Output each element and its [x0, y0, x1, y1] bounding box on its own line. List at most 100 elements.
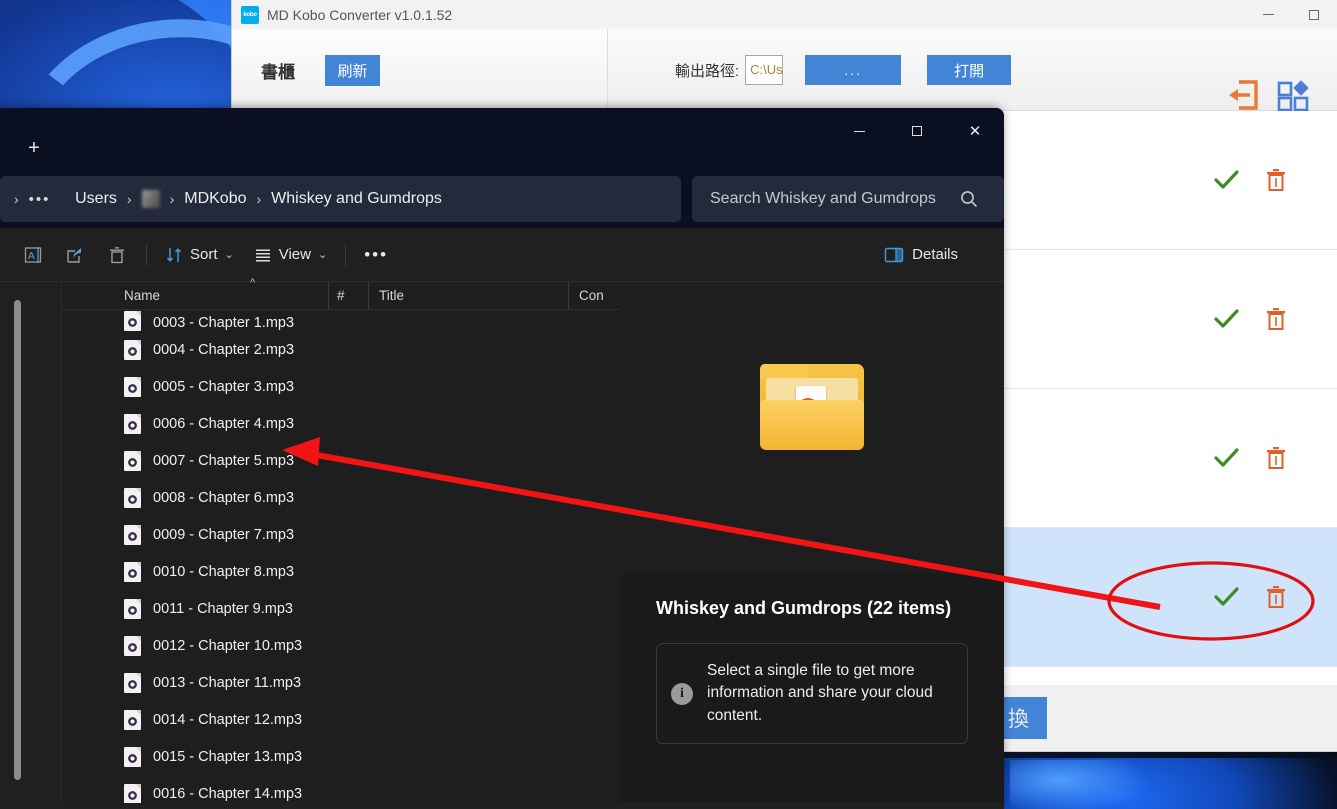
list-item[interactable]: 0015 - Chapter 13.mp3 — [62, 738, 620, 775]
search-placeholder: Search Whiskey and Gumdrops — [710, 190, 936, 207]
kobo-shelf-panel: 書櫃 刷新 — [232, 29, 608, 111]
breadcrumb-separator: › — [169, 191, 175, 207]
convert-check-icon[interactable] — [1211, 443, 1241, 473]
list-item[interactable]: 0007 - Chapter 5.mp3 — [62, 442, 620, 479]
file-rows: 0003 - Chapter 1.mp3 0004 - Chapter 2.mp… — [62, 310, 620, 803]
convert-check-icon[interactable] — [1211, 304, 1241, 334]
trash-icon[interactable] — [1265, 445, 1287, 471]
details-info-text: Select a single file to get more informa… — [707, 662, 933, 724]
sort-button[interactable]: Sort ⌄ — [155, 237, 244, 273]
file-name: 0010 - Chapter 8.mp3 — [153, 563, 295, 580]
convert-check-icon[interactable] — [1211, 582, 1241, 612]
list-item[interactable]: 0016 - Chapter 14.mp3 — [62, 775, 620, 803]
delete-button[interactable] — [96, 237, 138, 273]
file-name: 0015 - Chapter 13.mp3 — [153, 748, 303, 765]
mp3-file-icon — [124, 672, 141, 693]
kobo-row-actions — [1211, 443, 1287, 473]
list-item[interactable]: 0012 - Chapter 10.mp3 — [62, 627, 620, 664]
breadcrumb-separator: › — [126, 191, 132, 207]
breadcrumb-item-user-redacted[interactable] — [141, 190, 160, 208]
breadcrumb[interactable]: › ••• › Users › › MDKobo › Whiskey and G… — [0, 176, 681, 222]
view-label: View — [278, 246, 311, 263]
column-header-name[interactable]: ^ Name — [62, 277, 328, 310]
list-item[interactable]: 0008 - Chapter 6.mp3 — [62, 479, 620, 516]
list-item[interactable]: 0003 - Chapter 1.mp3 — [62, 310, 620, 331]
mp3-file-icon — [124, 311, 141, 331]
maximize-button[interactable] — [888, 108, 946, 154]
view-button[interactable]: View ⌄ — [244, 237, 337, 273]
column-header-contributing[interactable]: Con — [568, 281, 620, 310]
mp3-file-icon — [124, 746, 141, 767]
breadcrumb-overflow[interactable]: ••• — [29, 191, 51, 208]
mp3-file-icon — [124, 450, 141, 471]
kobo-output-path-input[interactable]: C:\Us — [745, 55, 784, 85]
file-name: 0008 - Chapter 6.mp3 — [153, 489, 295, 506]
kobo-open-button[interactable]: 打開 — [927, 55, 1012, 85]
file-explorer-window: + ✕ › ••• › Users › › MDKobo › Whiskey a… — [0, 108, 1004, 809]
navigation-scrollbar[interactable] — [14, 300, 21, 780]
trash-icon[interactable] — [1265, 167, 1287, 193]
column-header-number-label: # — [337, 288, 345, 303]
search-icon[interactable] — [960, 190, 978, 213]
toolbar-divider — [146, 243, 147, 266]
explorer-window-controls: ✕ — [830, 108, 1004, 154]
details-content: Whiskey and Gumdrops (22 items) i Select… — [620, 574, 1004, 803]
column-header-number[interactable]: # — [328, 281, 368, 310]
details-pane: Whiskey and Gumdrops (22 items) i Select… — [620, 282, 1004, 803]
kobo-maximize-button[interactable] — [1291, 0, 1337, 29]
explorer-toolbar: A Sort ⌄ View ⌄ ••• Details — [0, 228, 1004, 282]
details-pane-toggle[interactable]: Details — [884, 245, 958, 265]
file-name: 0016 - Chapter 14.mp3 — [153, 785, 303, 802]
breadcrumb-item-users[interactable]: Users — [75, 190, 117, 208]
file-name: 0014 - Chapter 12.mp3 — [153, 711, 303, 728]
column-header-name-label: Name — [124, 288, 161, 303]
share-button[interactable] — [54, 237, 96, 273]
file-name: 0009 - Chapter 7.mp3 — [153, 526, 295, 543]
kobo-browse-button[interactable]: ... — [805, 55, 902, 85]
wallpaper-arc — [1010, 760, 1210, 809]
file-name: 0011 - Chapter 9.mp3 — [153, 600, 293, 617]
details-title: Whiskey and Gumdrops (22 items) — [656, 598, 952, 618]
folder-media-icon — [760, 364, 864, 450]
kobo-logo-icon: kobo — [241, 5, 259, 24]
list-item[interactable]: 0013 - Chapter 11.mp3 — [62, 664, 620, 701]
list-item[interactable]: 0010 - Chapter 8.mp3 — [62, 553, 620, 590]
chevron-down-icon: ⌄ — [317, 249, 328, 261]
file-name: 0005 - Chapter 3.mp3 — [153, 378, 295, 395]
navigation-pane — [0, 282, 62, 803]
breadcrumb-item-mdkobo[interactable]: MDKobo — [184, 190, 246, 208]
kobo-toolbar: 書櫃 刷新 輸出路徑: C:\Us ... 打開 — [232, 29, 1337, 112]
mp3-file-icon — [124, 598, 141, 619]
trash-icon[interactable] — [1265, 306, 1287, 332]
list-item[interactable]: 0014 - Chapter 12.mp3 — [62, 701, 620, 738]
kobo-minimize-button[interactable] — [1245, 0, 1291, 29]
kobo-output-path-label: 輸出路徑: — [675, 62, 740, 80]
more-options-button[interactable]: ••• — [354, 237, 398, 273]
details-label: Details — [912, 246, 958, 263]
mp3-file-icon — [124, 783, 141, 803]
svg-text:A: A — [28, 251, 35, 262]
minimize-button[interactable] — [830, 108, 888, 154]
list-item[interactable]: 0005 - Chapter 3.mp3 — [62, 368, 620, 405]
kobo-row-actions — [1211, 304, 1287, 334]
breadcrumb-item-current[interactable]: Whiskey and Gumdrops — [271, 190, 442, 208]
list-item[interactable]: 0006 - Chapter 4.mp3 — [62, 405, 620, 442]
kobo-shelf-label: 書櫃 — [261, 62, 295, 82]
list-item[interactable]: 0011 - Chapter 9.mp3 — [62, 590, 620, 627]
search-box[interactable]: Search Whiskey and Gumdrops — [692, 176, 1004, 222]
list-item[interactable]: 0009 - Chapter 7.mp3 — [62, 516, 620, 553]
mp3-file-icon — [124, 524, 141, 545]
convert-check-icon[interactable] — [1211, 165, 1241, 195]
column-header-title-label: Title — [379, 288, 405, 303]
toolbar-divider — [345, 243, 347, 266]
new-tab-button[interactable]: + — [22, 136, 46, 160]
kobo-row-actions — [1211, 582, 1287, 612]
close-button[interactable]: ✕ — [946, 108, 1004, 154]
details-divider — [620, 532, 1004, 574]
trash-icon[interactable] — [1265, 584, 1287, 610]
explorer-tabbar: + ✕ — [0, 108, 1004, 170]
column-header-title[interactable]: Title — [368, 281, 568, 310]
kobo-refresh-button[interactable]: 刷新 — [325, 54, 380, 86]
rename-button[interactable]: A — [12, 237, 54, 273]
list-item[interactable]: 0004 - Chapter 2.mp3 — [62, 331, 620, 368]
